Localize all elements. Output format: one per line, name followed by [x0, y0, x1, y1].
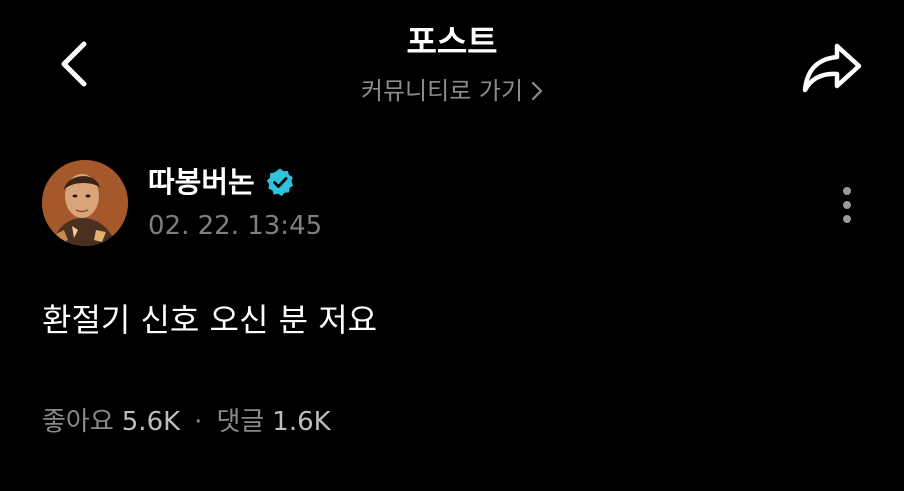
more-dot-icon	[843, 187, 851, 195]
author-avatar[interactable]	[42, 160, 128, 246]
likes-count: 5.6K	[121, 407, 181, 437]
comments-stat[interactable]: 댓글 1.6K	[216, 404, 330, 440]
chevron-right-icon	[531, 81, 543, 101]
share-arrow-icon	[802, 43, 862, 93]
verified-badge-icon	[265, 167, 295, 197]
comments-label: 댓글	[216, 407, 265, 437]
author-name-line: 따봉버논	[148, 164, 295, 200]
more-dot-icon	[843, 215, 851, 223]
more-options-button[interactable]	[832, 180, 862, 230]
comments-count: 1.6K	[272, 407, 331, 437]
post-stats: 좋아요 5.6K · 댓글 1.6K	[42, 404, 331, 440]
post-body-text: 환절기 신호 오신 분 저요	[42, 301, 378, 339]
likes-stat[interactable]: 좋아요 5.6K	[42, 404, 180, 440]
page-title: 포스트	[406, 22, 498, 61]
top-bar: 포스트 커뮤니티로 가기	[0, 0, 904, 130]
author-name[interactable]: 따봉버논	[148, 164, 255, 200]
avatar-portrait-image	[42, 160, 128, 246]
share-button[interactable]	[796, 36, 868, 100]
post-author-row: 따봉버논 02. 22. 13:45	[42, 158, 862, 250]
community-link[interactable]: 커뮤니티로 가기	[0, 76, 904, 106]
likes-label: 좋아요	[42, 407, 114, 437]
community-link-label: 커뮤니티로 가기	[360, 77, 524, 105]
post-timestamp: 02. 22. 13:45	[148, 211, 323, 241]
stats-separator: ·	[194, 407, 203, 437]
more-dot-icon	[843, 201, 851, 209]
